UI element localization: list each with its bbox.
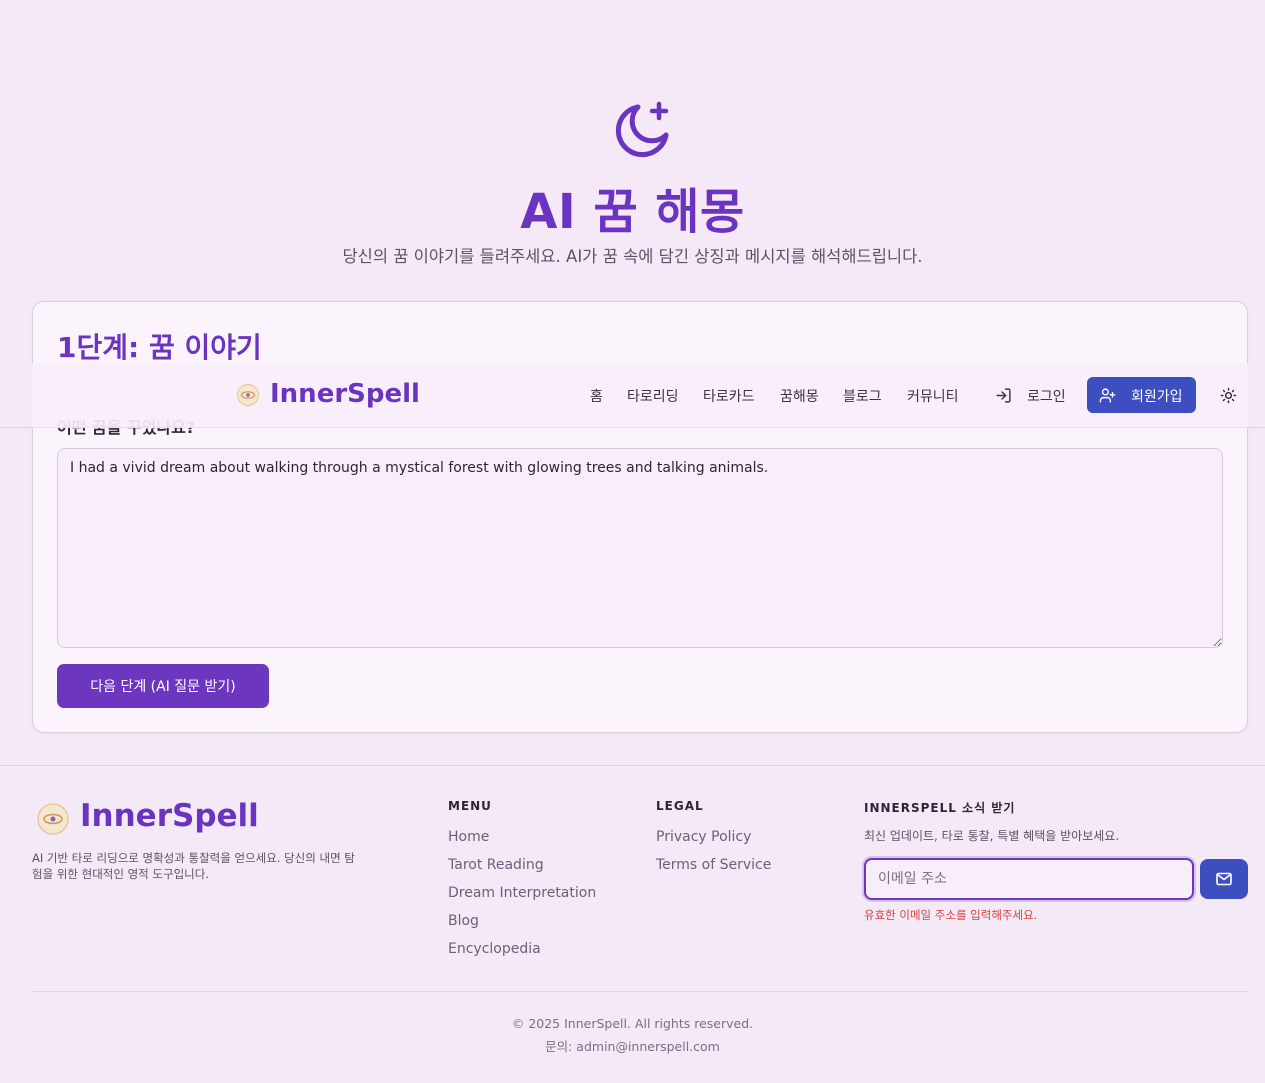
newsletter-description: 최신 업데이트, 타로 통찰, 특별 혜택을 받아보세요.: [864, 829, 1120, 843]
login-link[interactable]: 로그인: [1027, 386, 1066, 406]
top-navbar: InnerSpell 홈 타로리딩 타로카드 꿈해몽 블로그 커뮤니티 로그인 …: [0, 363, 1265, 428]
nav-link-dream[interactable]: 꿈해몽: [780, 386, 819, 406]
footer-divider: [32, 991, 1248, 992]
innerspell-logo-icon: [37, 803, 69, 835]
footer-brand: InnerSpell: [80, 798, 259, 834]
login-icon[interactable]: [995, 387, 1012, 404]
footer-link-privacy[interactable]: Privacy Policy: [656, 829, 751, 845]
page-title: AI 꿈 해몽: [520, 184, 745, 240]
contact-email: 문의: admin@innerspell.com: [545, 1039, 720, 1054]
nav-link-home[interactable]: 홈: [590, 386, 603, 406]
next-step-button[interactable]: 다음 단계 (AI 질문 받기): [57, 664, 269, 708]
newsletter-heading: INNERSPELL 소식 받기: [864, 801, 1016, 815]
footer: InnerSpell AI 기반 타로 리딩으로 명확성과 통찰력을 얻으세요.…: [0, 765, 1265, 1083]
footer-link-dream-interpretation[interactable]: Dream Interpretation: [448, 885, 596, 901]
nav-link-tarot-cards[interactable]: 타로카드: [703, 386, 755, 406]
copyright: © 2025 InnerSpell. All rights reserved.: [511, 1016, 754, 1031]
sun-icon[interactable]: [1220, 387, 1237, 404]
step-title: 1단계: 꿈 이야기: [57, 331, 262, 364]
footer-link-home[interactable]: Home: [448, 829, 489, 845]
innerspell-logo-icon[interactable]: [236, 383, 260, 407]
footer-link-tarot-reading[interactable]: Tarot Reading: [448, 857, 544, 873]
page-subtitle: 당신의 꿈 이야기를 들려주세요. AI가 꿈 속에 담긴 상징과 메시지를 해…: [342, 247, 923, 266]
signup-label: 회원가입: [1131, 389, 1183, 405]
dream-textarea[interactable]: I had a vivid dream about walking throug…: [57, 448, 1223, 648]
nav-brand[interactable]: InnerSpell: [270, 379, 420, 409]
subscribe-button[interactable]: [1200, 859, 1248, 899]
footer-tagline: AI 기반 타로 리딩으로 명확성과 통찰력을 얻으세요. 당신의 내면 탐험을…: [32, 851, 355, 881]
nav-link-blog[interactable]: 블로그: [843, 386, 882, 406]
footer-link-terms[interactable]: Terms of Service: [656, 857, 771, 873]
email-field[interactable]: [864, 858, 1194, 900]
email-error-message: 유효한 이메일 주소를 입력해주세요.: [864, 908, 1038, 922]
footer-link-encyclopedia[interactable]: Encyclopedia: [448, 941, 541, 957]
menu-heading: MENU: [448, 799, 492, 813]
mail-icon: [1216, 872, 1232, 886]
signup-button[interactable]: 회원가입: [1087, 377, 1196, 413]
user-plus-icon: [1099, 388, 1116, 403]
footer-link-blog[interactable]: Blog: [448, 913, 479, 929]
legal-heading: LEGAL: [656, 799, 704, 813]
moon-star-icon: [615, 101, 669, 158]
nav-link-tarot-reading[interactable]: 타로리딩: [627, 386, 679, 406]
nav-link-community[interactable]: 커뮤니티: [907, 386, 959, 406]
